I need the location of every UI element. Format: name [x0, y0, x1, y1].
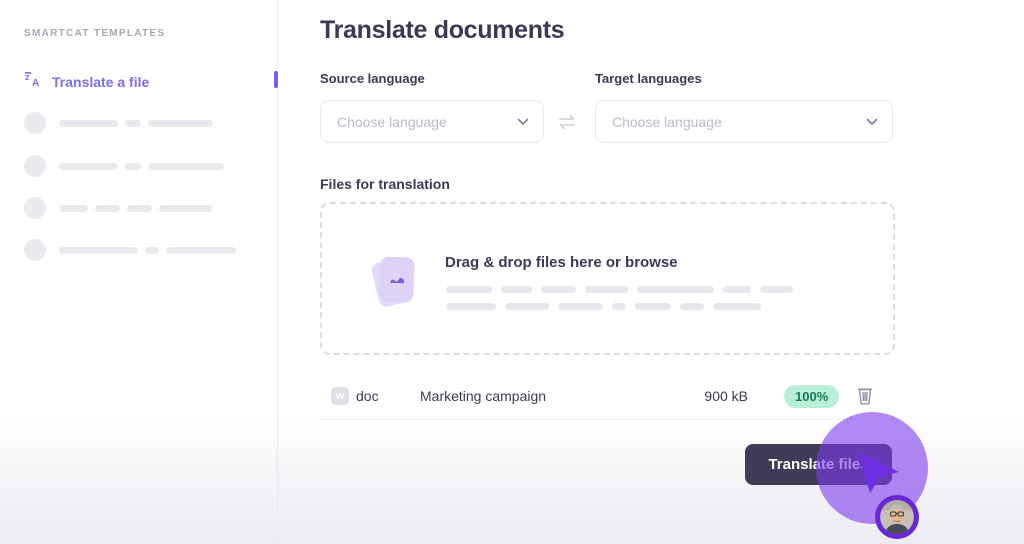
- translate-icon: z A: [24, 71, 42, 94]
- divider: [320, 419, 895, 420]
- source-language-placeholder: Choose language: [337, 114, 517, 130]
- sidebar-skeleton-row: [24, 239, 236, 261]
- sidebar: SMARTCAT TEMPLATES z A Translate a file: [0, 0, 278, 544]
- translate-files-button[interactable]: Translate files: [745, 444, 892, 485]
- chevron-down-icon: [517, 113, 529, 131]
- sidebar-skeleton-row: [24, 155, 224, 177]
- dropzone-skeleton-row: [446, 303, 770, 310]
- dropzone-text[interactable]: Drag & drop files here or browse: [445, 254, 678, 271]
- files-for-translation-label: Files for translation: [320, 176, 450, 192]
- word-doc-badge: w: [331, 387, 349, 405]
- trash-icon[interactable]: [857, 386, 873, 410]
- file-dropzone[interactable]: Drag & drop files here or browse: [320, 202, 895, 355]
- active-indicator: [274, 71, 278, 88]
- target-languages-select[interactable]: Choose language: [595, 100, 893, 143]
- source-language-select[interactable]: Choose language: [320, 100, 544, 143]
- file-stack-icon: [374, 254, 418, 310]
- target-languages-label: Target languages: [595, 71, 702, 86]
- sidebar-header: SMARTCAT TEMPLATES: [24, 28, 165, 39]
- dropzone-skeleton-row: [446, 286, 802, 293]
- uploaded-file-row: w doc Marketing campaign 900 kB 100%: [320, 381, 895, 413]
- target-languages-placeholder: Choose language: [612, 114, 866, 130]
- sidebar-skeleton-row: [24, 112, 213, 134]
- upload-progress-badge: 100%: [784, 385, 839, 408]
- swap-arrows-icon[interactable]: [556, 111, 578, 138]
- file-size: 900 kB: [704, 388, 748, 404]
- svg-text:A: A: [32, 78, 39, 89]
- source-language-label: Source language: [320, 71, 425, 86]
- sidebar-item-label: Translate a file: [52, 74, 149, 90]
- page-title: Translate documents: [320, 16, 564, 45]
- avatar: [875, 495, 919, 539]
- sidebar-skeleton-row: [24, 197, 213, 219]
- chevron-down-icon: [866, 113, 878, 131]
- file-name: Marketing campaign: [420, 388, 546, 404]
- file-extension: doc: [356, 388, 379, 404]
- sidebar-item-translate-a-file[interactable]: z A Translate a file: [24, 72, 149, 92]
